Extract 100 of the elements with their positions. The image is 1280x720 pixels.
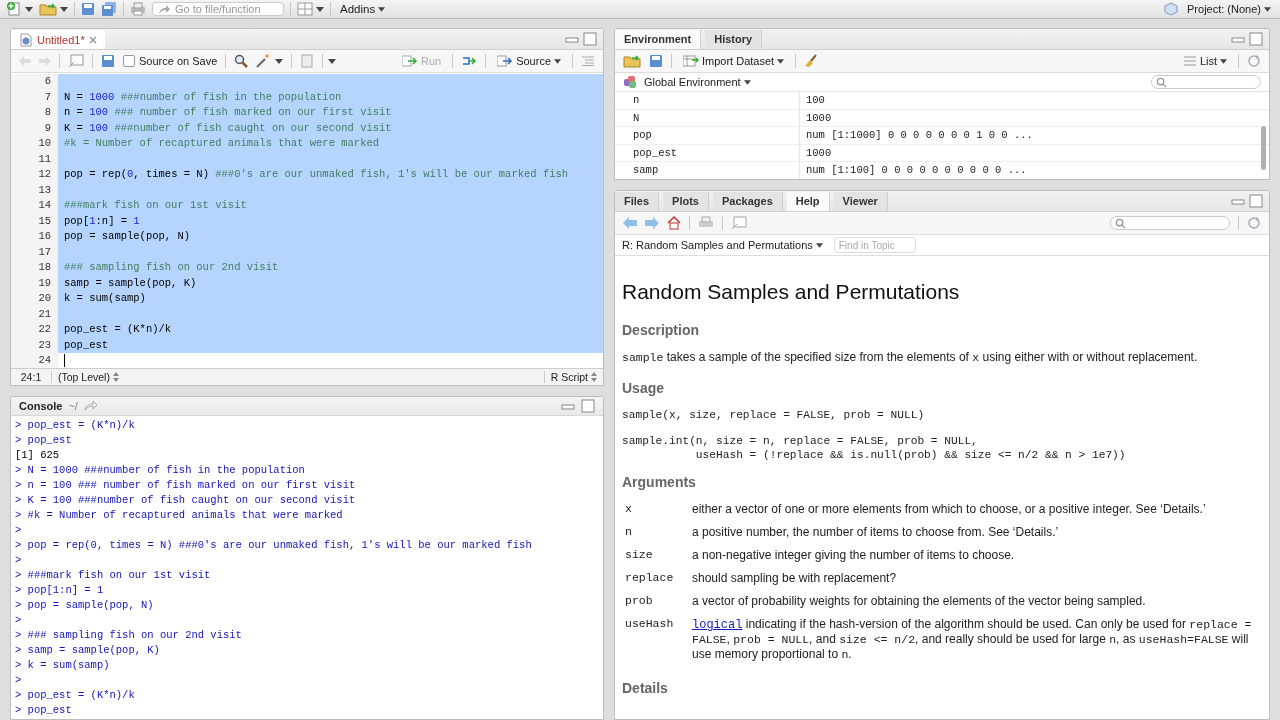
- view-mode-menu[interactable]: List: [1179, 54, 1230, 68]
- console-line: > K = 100 ###number of fish caught on our second visit: [15, 493, 357, 508]
- console-line: > ### sampling fish on our 2nd visit: [15, 628, 243, 643]
- pane-tab[interactable]: Plots: [663, 192, 709, 211]
- go-to-file-field[interactable]: Go to file/function: [152, 2, 284, 16]
- line-number: 6: [11, 74, 58, 90]
- line-number: 18: [11, 260, 58, 276]
- pane-tab[interactable]: History: [705, 30, 763, 49]
- forward-arrow-icon[interactable]: [645, 217, 659, 229]
- search-field[interactable]: [1110, 216, 1230, 230]
- help-link[interactable]: logical: [692, 618, 743, 632]
- save-all-icon[interactable]: [101, 2, 117, 16]
- notebook-icon[interactable]: [300, 54, 315, 68]
- argument-description: a vector of probability weights for obtaining the elements of the vector being sampled.: [692, 594, 1147, 608]
- addins-menu[interactable]: Addins: [337, 2, 389, 16]
- outline-icon[interactable]: [581, 56, 595, 66]
- home-icon[interactable]: [667, 216, 681, 230]
- console-line: [1] 625: [15, 448, 61, 463]
- console-line: > pop[1:n] = 1: [15, 583, 105, 598]
- save-icon[interactable]: [649, 54, 663, 68]
- section-heading: Description: [622, 322, 700, 338]
- caret-icon[interactable]: [275, 58, 284, 64]
- project-menu[interactable]: Project: (None): [1184, 2, 1274, 16]
- save-icon[interactable]: [81, 2, 95, 16]
- caret-icon: [815, 242, 823, 248]
- caret-icon[interactable]: [328, 58, 337, 64]
- open-folder-icon[interactable]: [623, 54, 641, 68]
- print-icon[interactable]: [130, 2, 146, 16]
- import-dataset-button[interactable]: Import Dataset: [680, 54, 788, 68]
- search-field[interactable]: [1151, 75, 1261, 89]
- variable-name: N: [615, 109, 800, 126]
- scrollbar-thumb[interactable]: [1261, 126, 1266, 170]
- minimize-icon[interactable]: [561, 402, 575, 410]
- find-in-topic-field[interactable]: Find in Topic: [833, 237, 916, 253]
- environment-scope-menu[interactable]: Global Environment: [641, 75, 754, 89]
- minimize-icon[interactable]: [1231, 197, 1245, 205]
- new-window-icon[interactable]: [731, 216, 747, 230]
- up-down-arrows-icon: [112, 372, 119, 382]
- close-icon[interactable]: [88, 35, 97, 44]
- cube-icon: [1164, 2, 1178, 16]
- usage-code: sample(x, size, replace = FALSE, prob = NULL): [622, 408, 926, 422]
- refresh-icon[interactable]: [1247, 54, 1261, 68]
- argument-description: either a vector of one or more elements from which to choose, or a positive integer. See ‘Details.’: [692, 502, 1207, 516]
- rerun-icon[interactable]: [461, 55, 478, 67]
- editor-tab[interactable]: Untitled1*: [11, 30, 105, 49]
- pane-tab[interactable]: Packages: [713, 192, 783, 211]
- usage-code: sample.int(n, size = n, replace = FALSE, prob = NULL, useHash = (!replace && is.null(prob) && size <= n/2 && n > 1e7)): [622, 434, 1127, 462]
- argument-name: x: [625, 502, 633, 516]
- forward-arrow-icon[interactable]: [39, 56, 51, 66]
- search-icon: [1156, 76, 1167, 88]
- scope-menu[interactable]: (Top Level): [52, 371, 125, 383]
- variable-value: num [1:1000] 0 0 0 0 0 0 0 1 0 0 ...: [805, 128, 1033, 143]
- console-line: > pop_est = (K*n)/k: [15, 418, 136, 433]
- pane-tab[interactable]: Viewer: [833, 192, 888, 211]
- variable-value: num [1:100] 0 0 0 0 0 0 0 0 0 0 ...: [805, 163, 1027, 178]
- table-icon: [683, 55, 699, 67]
- pane-tab[interactable]: Environment: [615, 30, 702, 49]
- magic-wand-icon[interactable]: [256, 54, 271, 68]
- console-line: > ###mark fish on our 1st visit: [15, 568, 212, 583]
- back-arrow-icon[interactable]: [623, 217, 637, 229]
- source-on-save-checkbox[interactable]: Source on Save: [123, 55, 218, 67]
- print-icon[interactable]: [698, 216, 714, 230]
- back-arrow-icon[interactable]: [19, 56, 31, 66]
- caret-icon: [378, 6, 386, 12]
- section-heading: Arguments: [622, 474, 697, 490]
- console-line: > pop_est: [15, 703, 73, 718]
- minimize-icon[interactable]: [565, 35, 579, 43]
- broom-icon[interactable]: [804, 54, 819, 68]
- console-line: >: [15, 613, 23, 628]
- argument-name: size: [625, 548, 654, 562]
- console-line: > pop = sample(pop, N): [15, 598, 155, 613]
- refresh-icon[interactable]: [1247, 216, 1261, 230]
- pane-tab[interactable]: Files: [615, 192, 660, 211]
- argument-name: prob: [625, 594, 654, 608]
- variable-name: pop_est: [615, 144, 800, 161]
- list-icon: [1182, 56, 1197, 66]
- minimize-icon[interactable]: [1231, 35, 1245, 43]
- console-line: > #k = Number of recaptured animals that were marked: [15, 508, 344, 523]
- maximize-icon[interactable]: [583, 32, 597, 46]
- console-line: >: [15, 673, 23, 688]
- search-icon[interactable]: [234, 54, 249, 68]
- line-number: 24: [11, 353, 58, 369]
- maximize-icon[interactable]: [1249, 194, 1263, 208]
- new-window-icon[interactable]: [68, 54, 84, 68]
- caret-icon[interactable]: [60, 6, 68, 12]
- save-icon[interactable]: [101, 54, 115, 68]
- caret-icon[interactable]: [316, 6, 324, 12]
- help-title: Random Samples and Permutations: [622, 280, 961, 304]
- argument-name: replace: [625, 571, 675, 585]
- help-topic-menu[interactable]: R: Random Samples and Permutations: [619, 238, 826, 252]
- source-button[interactable]: Source: [494, 54, 564, 68]
- pane-tab[interactable]: Help: [786, 192, 830, 211]
- arrow-icon[interactable]: [83, 401, 98, 411]
- line-number: 8: [11, 105, 58, 121]
- line-number: 20: [11, 291, 58, 307]
- maximize-icon[interactable]: [1249, 32, 1263, 46]
- caret-icon[interactable]: [25, 6, 33, 12]
- maximize-icon[interactable]: [581, 399, 595, 413]
- variable-value: 1000: [805, 110, 832, 126]
- file-type-menu[interactable]: R Script: [543, 371, 603, 383]
